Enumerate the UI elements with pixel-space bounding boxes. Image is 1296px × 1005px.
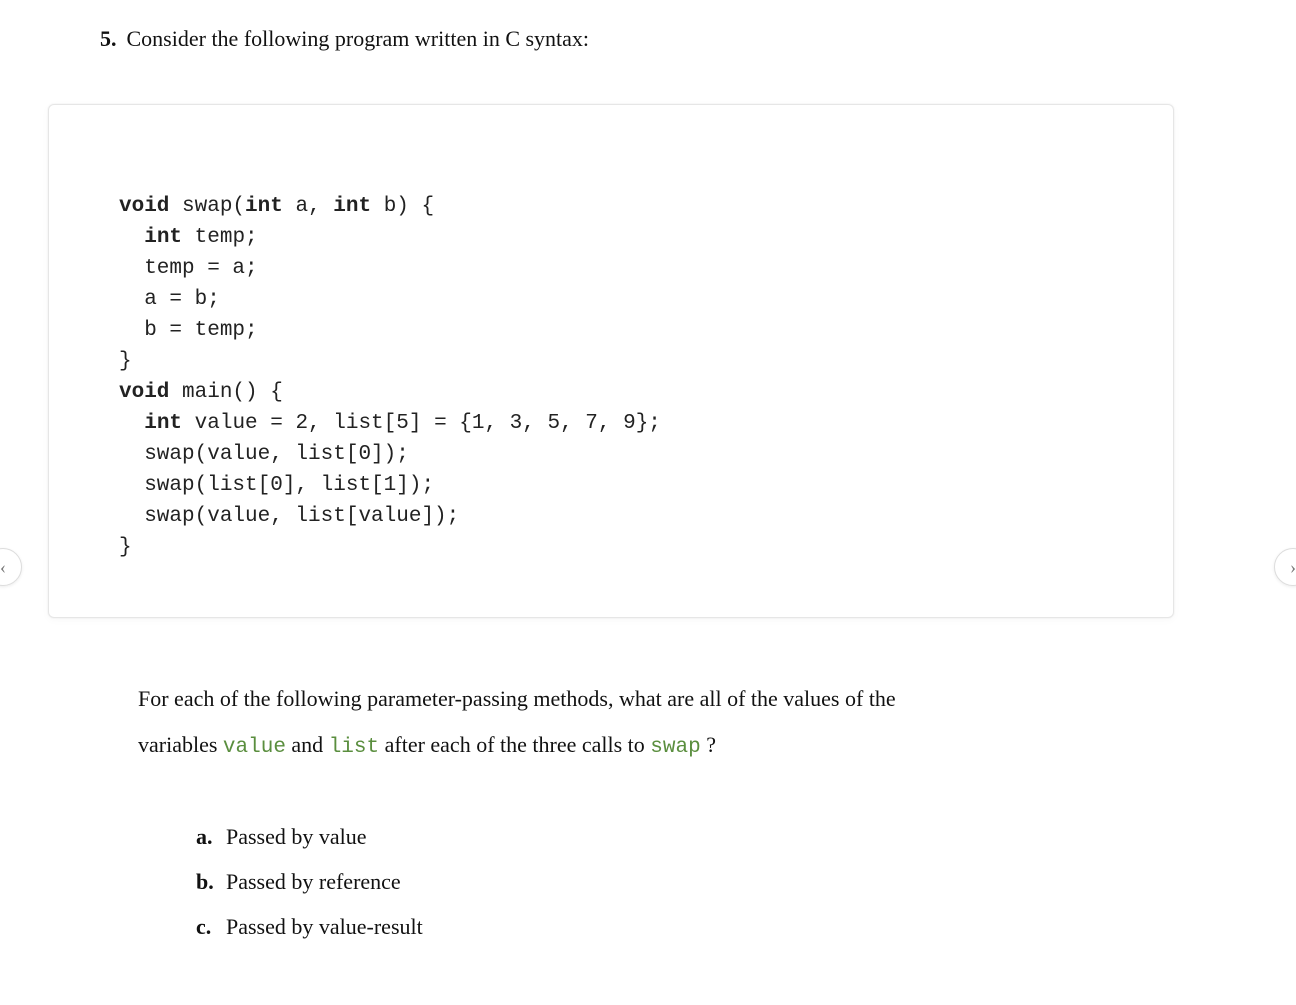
code-text: b) {: [371, 195, 434, 218]
body-text: ?: [701, 732, 716, 757]
question-body-line1: For each of the following parameter-pass…: [138, 676, 1206, 722]
question-prompt: Consider the following program written i…: [127, 26, 590, 51]
kw-void: void: [119, 381, 169, 404]
option-letter: c.: [196, 904, 226, 949]
option-text: Passed by reference: [226, 859, 401, 904]
inline-code-swap: swap: [650, 736, 700, 759]
code-text: [119, 412, 144, 435]
kw-int: int: [144, 412, 182, 435]
code-text: swap(: [169, 195, 245, 218]
prev-button[interactable]: ‹: [0, 548, 22, 586]
option-b: b. Passed by reference: [196, 859, 423, 904]
inline-code-value: value: [223, 736, 286, 759]
chevron-left-icon: ‹: [0, 557, 6, 578]
question-header: 5. Consider the following program written…: [100, 22, 1236, 55]
code-text: main() {: [169, 381, 282, 404]
code-line: swap(value, list[value]);: [119, 505, 459, 528]
option-text: Passed by value: [226, 814, 367, 859]
code-text: a,: [283, 195, 333, 218]
kw-int: int: [144, 226, 182, 249]
question-body-line2: variables value and list after each of t…: [138, 722, 1206, 771]
kw-void: void: [119, 195, 169, 218]
next-button[interactable]: ›: [1274, 548, 1296, 586]
code-line: b = temp;: [119, 319, 258, 342]
code-line: swap(list[0], list[1]);: [119, 474, 434, 497]
option-letter: a.: [196, 814, 226, 859]
options-list: a. Passed by value b. Passed by referenc…: [196, 814, 423, 949]
option-text: Passed by value-result: [226, 904, 423, 949]
body-text: after each of the three calls to: [379, 732, 650, 757]
chevron-right-icon: ›: [1290, 557, 1296, 578]
code-text: [119, 226, 144, 249]
inline-code-list: list: [329, 736, 379, 759]
code-line: temp = a;: [119, 257, 258, 280]
question-number: 5.: [100, 26, 117, 51]
body-text: and: [286, 732, 329, 757]
code-block: void swap(int a, int b) { int temp; temp…: [48, 104, 1174, 618]
option-a: a. Passed by value: [196, 814, 423, 859]
code-content: void swap(int a, int b) { int temp; temp…: [119, 191, 1123, 563]
body-text: variables: [138, 732, 223, 757]
question-body: For each of the following parameter-pass…: [138, 676, 1206, 771]
kw-int: int: [333, 195, 371, 218]
page-container: 5. Consider the following program written…: [0, 0, 1296, 1005]
code-text: temp;: [182, 226, 258, 249]
code-line: }: [119, 536, 132, 559]
code-line: }: [119, 350, 132, 373]
kw-int: int: [245, 195, 283, 218]
option-letter: b.: [196, 859, 226, 904]
code-text: value = 2, list[5] = {1, 3, 5, 7, 9};: [182, 412, 661, 435]
code-line: a = b;: [119, 288, 220, 311]
option-c: c. Passed by value-result: [196, 904, 423, 949]
code-line: swap(value, list[0]);: [119, 443, 409, 466]
